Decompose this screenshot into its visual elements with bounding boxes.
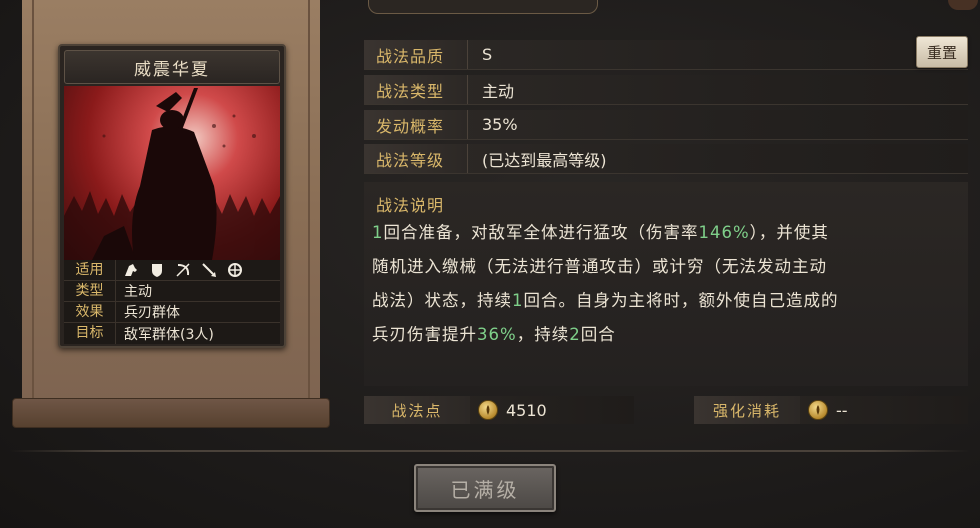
reset-button[interactable]: 重置 xyxy=(916,36,968,68)
stat-value: 兵刃群体 xyxy=(124,305,180,321)
stat-key: 目标 xyxy=(64,323,116,344)
tactic-points-label: 战法点 xyxy=(364,396,470,424)
upgrade-cost-label: 强化消耗 xyxy=(694,396,800,424)
stat-key: 适用 xyxy=(64,260,116,280)
stat-row-effect: 效果 兵刃群体 xyxy=(64,302,280,323)
stat-row-type: 类型 主动 xyxy=(64,281,280,302)
card-artwork xyxy=(64,86,280,260)
stat-row-target: 目标 敌军群体(3人) xyxy=(64,323,280,344)
spear-icon xyxy=(198,261,220,279)
info-key: 战法等级 xyxy=(364,144,468,173)
tactic-point-coin-icon xyxy=(808,400,828,420)
cavalry-icon xyxy=(120,261,142,279)
info-value: (已达到最高等级) xyxy=(482,150,607,170)
shield-icon xyxy=(146,261,168,279)
stat-key: 效果 xyxy=(64,302,116,322)
stat-row-applicable: 适用 xyxy=(64,260,280,281)
upgrade-cost-value: -- xyxy=(836,400,848,420)
stat-value: 主动 xyxy=(124,284,152,300)
card-stats: 适用 类型 主动 效果 兵刃群体 目标 敌军群体(3人) xyxy=(64,260,280,344)
wheel-icon xyxy=(224,261,246,279)
scroll-roller xyxy=(12,398,330,428)
info-key: 战法类型 xyxy=(364,75,468,104)
tactic-points-value: 4510 xyxy=(506,400,547,420)
bow-icon xyxy=(172,261,194,279)
stat-value: 敌军群体(3人) xyxy=(124,326,214,343)
stat-key: 类型 xyxy=(64,281,116,301)
description-title: 战法说明 xyxy=(376,196,445,215)
info-value: 主动 xyxy=(482,81,515,101)
info-value: S xyxy=(482,45,493,64)
info-row-level: 战法等级 (已达到最高等级) xyxy=(364,144,968,174)
card-title: 威震华夏 xyxy=(64,50,280,84)
info-key: 战法品质 xyxy=(364,40,468,69)
upgrade-cost-row: 强化消耗 -- xyxy=(694,396,968,424)
info-row-type: 战法类型 主动 xyxy=(364,75,968,105)
max-level-button[interactable]: 已满级 xyxy=(414,464,556,512)
top-ornament xyxy=(368,0,598,14)
info-value: 35% xyxy=(482,115,518,134)
tactic-point-coin-icon xyxy=(478,400,498,420)
info-row-quality: 战法品质 S xyxy=(364,40,968,70)
description-text: 1回合准备，对敌军全体进行猛攻（伤害率146%），并使其 随机进入缴械（无法进行… xyxy=(372,223,839,344)
description-box: 战法说明 1回合准备，对敌军全体进行猛攻（伤害率146%），并使其 随机进入缴械… xyxy=(364,182,968,386)
divider xyxy=(10,450,970,452)
tactic-points-row: 战法点 4510 xyxy=(364,396,634,424)
info-key: 发动概率 xyxy=(364,110,468,139)
info-row-chance: 发动概率 35% xyxy=(364,110,968,140)
tactic-card: 威震华夏 适用 类型 主动 效果 兵刃群体 目标 敌军群体(3人) xyxy=(58,44,286,348)
